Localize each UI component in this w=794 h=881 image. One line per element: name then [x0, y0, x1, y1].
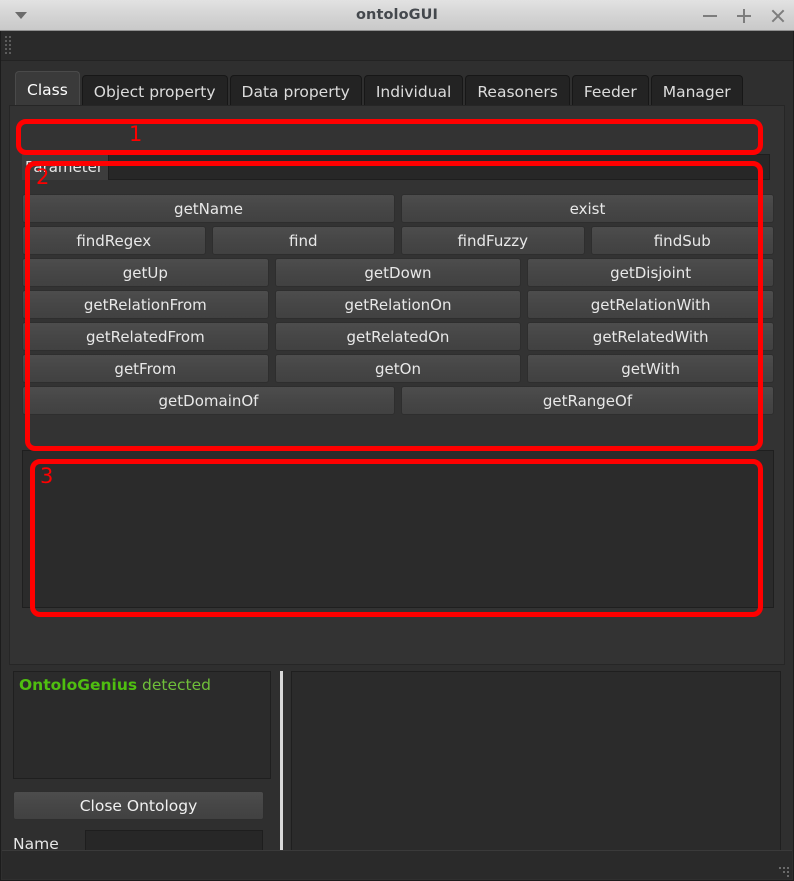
button-row: getUp getDown getDisjoint [22, 258, 774, 287]
button-row: getDomainOf getRangeOf [22, 386, 774, 415]
button-row: getFrom getOn getWith [22, 354, 774, 383]
tab-label: Individual [375, 82, 452, 101]
output-text-area[interactable] [22, 450, 774, 608]
query-button-getRelationOn[interactable]: getRelationOn [274, 290, 522, 319]
query-button-findRegex[interactable]: findRegex [22, 226, 206, 255]
bottom-left-panel: OntoloGenius detected Close Ontology Nam… [13, 669, 271, 871]
tab-label: Manager [662, 82, 731, 101]
parameter-input[interactable] [108, 154, 770, 180]
ontology-status-box: OntoloGenius detected [13, 671, 271, 779]
tab-label: Data property [241, 82, 350, 101]
tab-manager[interactable]: Manager [650, 75, 743, 107]
status-bar [2, 850, 792, 879]
tab-label: Feeder [583, 82, 637, 101]
toolbar-drag-handle[interactable] [5, 36, 12, 56]
tab-individual[interactable]: Individual [363, 75, 464, 107]
ontology-list-panel[interactable] [291, 671, 781, 869]
query-button-getRelationFrom[interactable]: getRelationFrom [22, 290, 269, 319]
window-controls [700, 0, 788, 31]
button-row: getRelationFrom getRelationOn getRelationW… [22, 290, 774, 319]
query-button-findSub[interactable]: findSub [590, 226, 774, 255]
window-body: Class Object property Data property Individ… [0, 31, 794, 881]
query-button-getDisjoint[interactable]: getDisjoint [527, 258, 774, 287]
query-button-getRangeOf[interactable]: getRangeOf [401, 386, 774, 415]
query-button-getWith[interactable]: getWith [527, 354, 774, 383]
class-tab-page: Parameter getName exist findRegex find findF… [9, 105, 785, 665]
ontology-status-name: OntoloGenius [19, 676, 138, 694]
query-button-getName[interactable]: getName [22, 194, 395, 223]
query-button-getRelationWith[interactable]: getRelationWith [527, 290, 774, 319]
close-icon[interactable] [768, 6, 788, 26]
resize-grip-icon[interactable] [776, 864, 789, 877]
query-button-getDown[interactable]: getDown [274, 258, 522, 287]
query-button-grid: getName exist findRegex find findFuzzy findSu… [22, 194, 774, 418]
toolbar-strip [1, 31, 793, 61]
button-row: getName exist [22, 194, 774, 223]
maximize-icon[interactable] [734, 6, 754, 26]
query-button-getRelatedFrom[interactable]: getRelatedFrom [22, 322, 269, 351]
minimize-icon[interactable] [700, 6, 720, 26]
tab-label: Class [27, 80, 68, 99]
tab-label: Reasoners [477, 82, 558, 101]
query-button-getRelatedWith[interactable]: getRelatedWith [527, 322, 774, 351]
close-ontology-button[interactable]: Close Ontology [13, 791, 264, 820]
tab-feeder[interactable]: Feeder [571, 75, 649, 107]
query-button-getDomainOf[interactable]: getDomainOf [22, 386, 395, 415]
bottom-panel: OntoloGenius detected Close Ontology Nam… [9, 669, 785, 874]
window-title: ontoloGUI [355, 7, 439, 23]
parameter-label: Parameter [22, 154, 109, 180]
query-button-findFuzzy[interactable]: findFuzzy [401, 226, 585, 255]
ontology-status-line: OntoloGenius detected [19, 675, 265, 695]
ontology-status-state: detected [137, 676, 211, 694]
query-button-getOn[interactable]: getOn [274, 354, 522, 383]
tab-object-property[interactable]: Object property [81, 75, 228, 107]
query-button-getUp[interactable]: getUp [22, 258, 269, 287]
tab-bar: Class Object property Data property Individ… [15, 69, 745, 107]
query-button-getFrom[interactable]: getFrom [22, 354, 269, 383]
title-bar: ontoloGUI [0, 0, 794, 31]
query-button-find[interactable]: find [211, 226, 395, 255]
tab-label: Object property [93, 82, 216, 101]
query-button-exist[interactable]: exist [401, 194, 774, 223]
tab-reasoners[interactable]: Reasoners [465, 75, 570, 107]
parameter-row: Parameter [22, 154, 770, 180]
tab-data-property[interactable]: Data property [229, 75, 362, 107]
query-button-getRelatedOn[interactable]: getRelatedOn [274, 322, 522, 351]
ontologui-window: ontoloGUI Class Object property Data prope… [0, 0, 794, 881]
button-row: findRegex find findFuzzy findSub [22, 226, 774, 255]
button-row: getRelatedFrom getRelatedOn getRelatedWith [22, 322, 774, 351]
panel-splitter[interactable] [280, 671, 283, 869]
tab-class[interactable]: Class [15, 71, 80, 107]
